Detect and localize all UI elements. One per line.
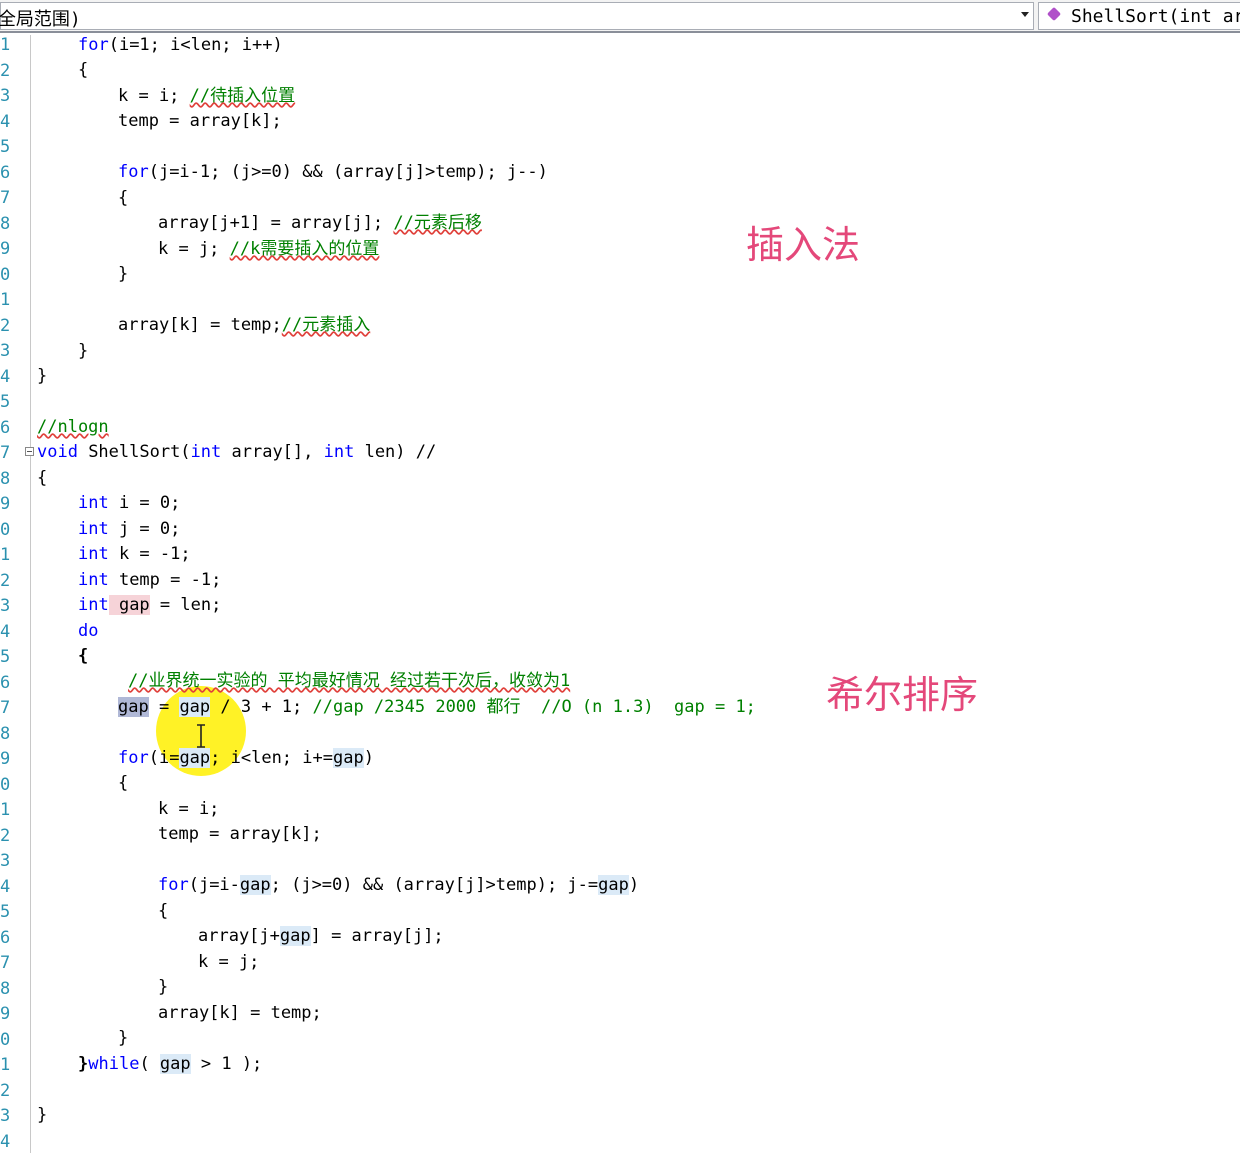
function-dropdown-label: ShellSort(int ar bbox=[1071, 6, 1240, 27]
code-line: array[j+1] = array[j]; //元素后移 bbox=[158, 211, 482, 237]
line-number: 9 bbox=[0, 492, 14, 518]
code-line: gap = gap / 3 + 1; //gap /2345 2000 都行 /… bbox=[118, 695, 756, 721]
line-number: 8 bbox=[0, 212, 14, 238]
line-number: 6 bbox=[0, 161, 14, 187]
line-number: 5 bbox=[0, 135, 14, 161]
line-number: 3 bbox=[0, 1104, 14, 1130]
code-line: int gap = len; bbox=[78, 593, 221, 619]
code-line: int j = 0; bbox=[78, 517, 180, 543]
annotation-insertion-sort: 插入法 bbox=[746, 214, 860, 269]
line-number: 6 bbox=[0, 926, 14, 952]
line-number: 9 bbox=[0, 747, 14, 773]
code-line: temp = array[k]; bbox=[118, 109, 282, 135]
line-number: 7 bbox=[0, 696, 14, 722]
scope-dropdown-label: (全局范围) bbox=[0, 5, 81, 31]
line-number: 9 bbox=[0, 237, 14, 263]
code-line: temp = array[k]; bbox=[158, 822, 322, 848]
line-number: 4 bbox=[0, 1130, 14, 1155]
line-number: 3 bbox=[0, 594, 14, 620]
line-number: 1 bbox=[0, 33, 14, 59]
code-line: do bbox=[78, 619, 98, 645]
code-line: { bbox=[158, 899, 168, 925]
line-number: 0 bbox=[0, 263, 14, 289]
code-line: { bbox=[78, 58, 88, 84]
code-line: for(j=i-gap; (j>=0) && (array[j]>temp); … bbox=[158, 873, 639, 899]
line-number: 7 bbox=[0, 951, 14, 977]
line-number: 0 bbox=[0, 518, 14, 544]
line-number: 2 bbox=[0, 59, 14, 85]
code-line: } bbox=[158, 975, 168, 1001]
line-number: 1 bbox=[0, 798, 14, 824]
line-number: 5 bbox=[0, 645, 14, 671]
line-number: 2 bbox=[0, 1079, 14, 1105]
line-number: 5 bbox=[0, 900, 14, 926]
line-number: 7 bbox=[0, 186, 14, 212]
code-line: { bbox=[118, 186, 128, 212]
line-number: 4 bbox=[0, 620, 14, 646]
line-number: 6 bbox=[0, 416, 14, 442]
line-number: 0 bbox=[0, 773, 14, 799]
line-number: 2 bbox=[0, 314, 14, 340]
line-number: 4 bbox=[0, 365, 14, 391]
code-line: array[j+gap] = array[j]; bbox=[198, 924, 444, 950]
line-number: 3 bbox=[0, 84, 14, 110]
collapse-icon[interactable] bbox=[25, 447, 34, 456]
function-dropdown[interactable]: ShellSort(int ar bbox=[1038, 2, 1240, 30]
line-number: 4 bbox=[0, 875, 14, 901]
line-number: 3 bbox=[0, 849, 14, 875]
code-line: } bbox=[118, 1026, 128, 1052]
line-number: 7 bbox=[0, 441, 14, 467]
code-line: k = i; bbox=[158, 797, 219, 823]
code-line: } bbox=[37, 1103, 47, 1129]
code-line: array[k] = temp;//元素插入 bbox=[118, 313, 370, 339]
line-number: 9 bbox=[0, 1002, 14, 1028]
code-line: //nlogn bbox=[37, 415, 109, 441]
line-number: 4 bbox=[0, 110, 14, 136]
line-number: 8 bbox=[0, 722, 14, 748]
code-line: { bbox=[37, 466, 47, 492]
code-line: for(j=i-1; (j>=0) && (array[j]>temp); j-… bbox=[118, 160, 548, 186]
code-line: void ShellSort(int array[], int len) // bbox=[37, 440, 436, 466]
code-line: //业界统一实验的 平均最好情况 经过若干次后，收敛为1 bbox=[128, 669, 570, 695]
line-number: 2 bbox=[0, 569, 14, 595]
code-line: array[k] = temp; bbox=[158, 1001, 322, 1027]
method-icon bbox=[1047, 7, 1061, 21]
line-number: 5 bbox=[0, 390, 14, 416]
code-line: k = i; //待插入位置 bbox=[118, 84, 295, 110]
annotation-shell-sort: 希尔排序 bbox=[826, 664, 978, 719]
code-line: k = j; //k需要插入的位置 bbox=[158, 237, 379, 263]
code-line: int i = 0; bbox=[78, 491, 180, 517]
chevron-down-icon[interactable] bbox=[1021, 12, 1029, 17]
outline-margin bbox=[30, 35, 31, 1153]
code-line: int temp = -1; bbox=[78, 568, 221, 594]
code-line: } bbox=[78, 339, 88, 365]
code-line: }while( gap > 1 ); bbox=[78, 1052, 262, 1078]
line-number: 2 bbox=[0, 824, 14, 850]
code-line: } bbox=[37, 364, 47, 390]
code-line: } bbox=[118, 262, 128, 288]
line-number: 8 bbox=[0, 977, 14, 1003]
line-number: 1 bbox=[0, 543, 14, 569]
line-number: 0 bbox=[0, 1028, 14, 1054]
line-number: 6 bbox=[0, 671, 14, 697]
line-number: 1 bbox=[0, 1053, 14, 1079]
code-line: int k = -1; bbox=[78, 542, 191, 568]
text-cursor-icon bbox=[196, 724, 206, 748]
code-line: { bbox=[118, 771, 128, 797]
code-line: k = j; bbox=[198, 950, 259, 976]
line-number: 3 bbox=[0, 339, 14, 365]
scope-dropdown[interactable]: (全局范围) bbox=[0, 2, 1034, 30]
code-line: for(i=1; i<len; i++) bbox=[78, 33, 283, 59]
code-line: { bbox=[78, 644, 88, 670]
code-line: for(i=gap; i<len; i+=gap) bbox=[118, 746, 374, 772]
editor-navigation-bar: (全局范围) ShellSort(int ar bbox=[0, 0, 1240, 33]
line-number: 8 bbox=[0, 467, 14, 493]
line-number: 1 bbox=[0, 288, 14, 314]
